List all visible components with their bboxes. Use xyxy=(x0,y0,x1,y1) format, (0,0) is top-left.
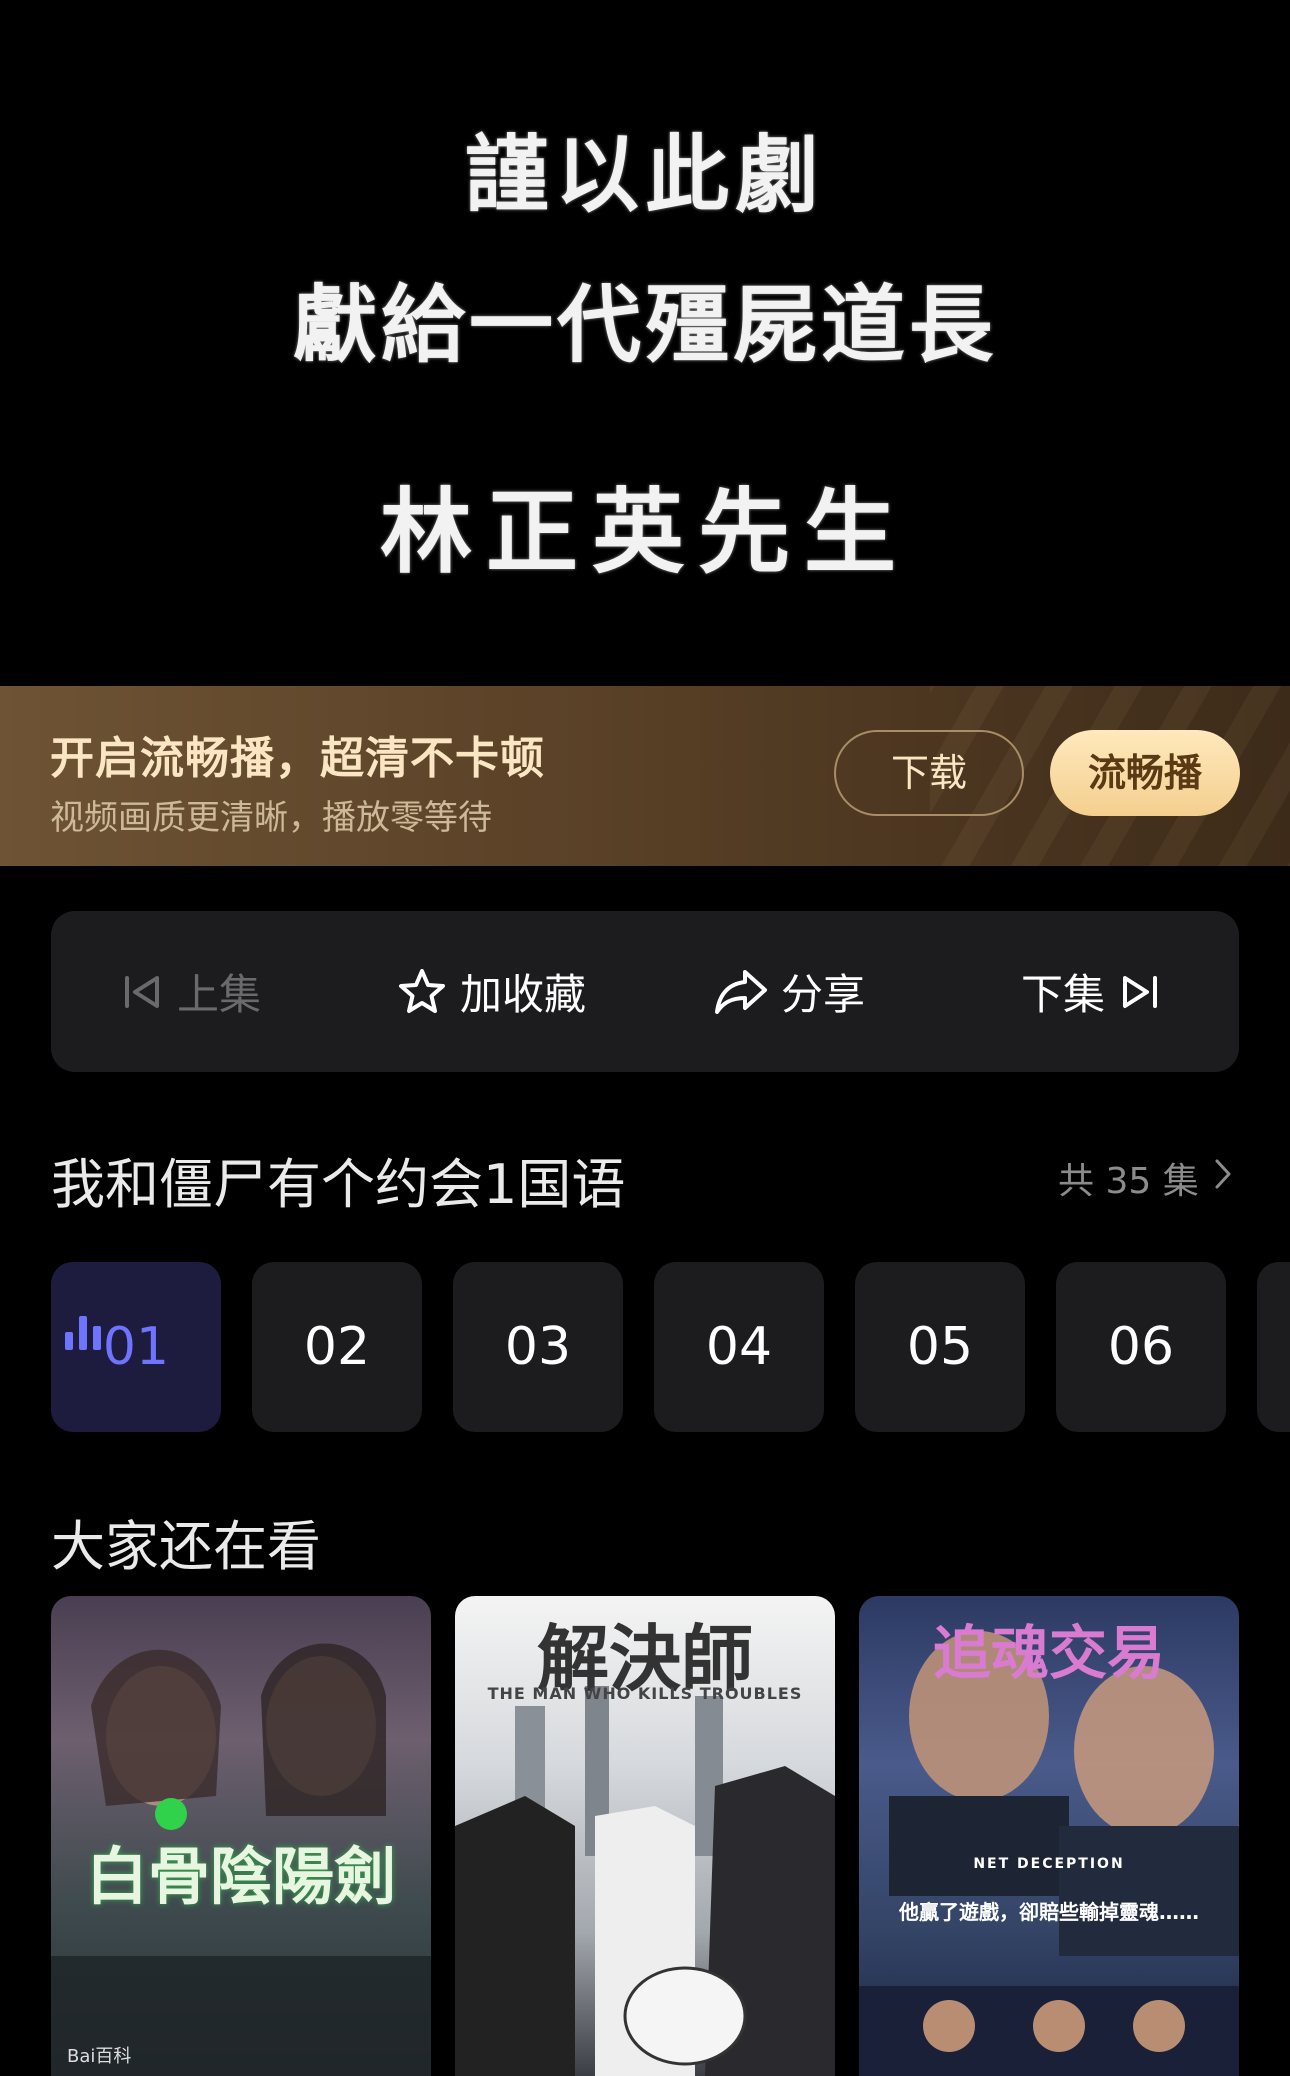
favorite-label: 加收藏 xyxy=(460,970,587,1019)
star-icon xyxy=(396,966,448,1018)
previous-episode-label: 上集 xyxy=(177,970,262,1019)
episode-item[interactable]: 02 xyxy=(252,1262,422,1432)
series-title: 我和僵尸有个约会1国语 xyxy=(51,1153,626,1216)
now-playing-icon xyxy=(63,1248,107,1418)
episode-item-partial[interactable] xyxy=(1257,1262,1290,1432)
recommend-poster[interactable]: 追魂交易 NET DECEPTION 他贏了遊戲，卻賠些輸掉靈魂…… xyxy=(859,1596,1239,2076)
episode-count-link[interactable]: 共 35 集 xyxy=(1058,1152,1233,1204)
video-player[interactable]: 謹以此劇 獻給一代殭屍道長 林正英先生 xyxy=(0,0,1290,686)
poster-title-art: 追魂交易 xyxy=(932,1619,1165,1687)
episode-item[interactable]: 06 xyxy=(1056,1262,1226,1432)
poster-watermark: Bai百科 xyxy=(67,2046,132,2067)
episode-number: 05 xyxy=(906,1317,974,1377)
episode-item[interactable]: 03 xyxy=(453,1262,623,1432)
share-label: 分享 xyxy=(781,970,866,1019)
banner-subtitle: 视频画质更清晰，播放零等待 xyxy=(50,798,492,838)
previous-episode-button[interactable]: 上集 xyxy=(121,911,273,1072)
episode-item[interactable]: 05 xyxy=(855,1262,1025,1432)
video-caption-line3: 林正英先生 xyxy=(379,478,910,586)
banner-title: 开启流畅播，超清不卡顿 xyxy=(50,733,545,784)
episode-number: 03 xyxy=(504,1317,572,1377)
smooth-play-button[interactable]: 流畅播 xyxy=(1050,730,1240,816)
episode-number: 01 xyxy=(102,1317,170,1377)
video-caption-line1: 謹以此劇 xyxy=(464,125,825,224)
share-icon xyxy=(713,966,769,1018)
download-button[interactable]: 下载 xyxy=(834,730,1024,816)
recommend-section-title: 大家还在看 xyxy=(51,1515,321,1578)
episode-number: 02 xyxy=(303,1317,371,1377)
video-caption-line2: 獻給一代殭屍道長 xyxy=(292,275,997,374)
chevron-right-icon xyxy=(1199,1157,1233,1200)
episode-number: 04 xyxy=(705,1317,773,1377)
skip-next-icon xyxy=(1117,970,1161,1014)
skip-previous-icon xyxy=(121,970,165,1014)
poster-title-art: 白骨陰陽劍 xyxy=(85,1840,396,1913)
episode-item[interactable]: 04 xyxy=(654,1262,824,1432)
episode-number: 06 xyxy=(1107,1317,1175,1377)
episode-action-bar: 上集 加收藏 分享 下集 xyxy=(51,911,1239,1072)
episode-item-active[interactable]: 01 xyxy=(51,1262,221,1432)
favorite-button[interactable]: 加收藏 xyxy=(396,911,598,1072)
poster-subtitle-art: NET DECEPTION xyxy=(973,1856,1125,1872)
poster-tagline: 他贏了遊戲，卻賠些輸掉靈魂…… xyxy=(899,1900,1199,1924)
next-episode-label: 下集 xyxy=(1021,970,1106,1019)
recommend-poster[interactable]: 解決師 THE MAN WHO KILLS TROUBLES xyxy=(455,1596,835,2076)
share-button[interactable]: 分享 xyxy=(713,911,877,1072)
episode-count-label: 共 35 集 xyxy=(1058,1161,1199,1202)
next-episode-button[interactable]: 下集 xyxy=(1009,911,1161,1072)
recommend-poster[interactable]: 白骨陰陽劍 Bai百科 xyxy=(51,1596,431,2076)
poster-subtitle-art: THE MAN WHO KILLS TROUBLES xyxy=(487,1684,803,1703)
